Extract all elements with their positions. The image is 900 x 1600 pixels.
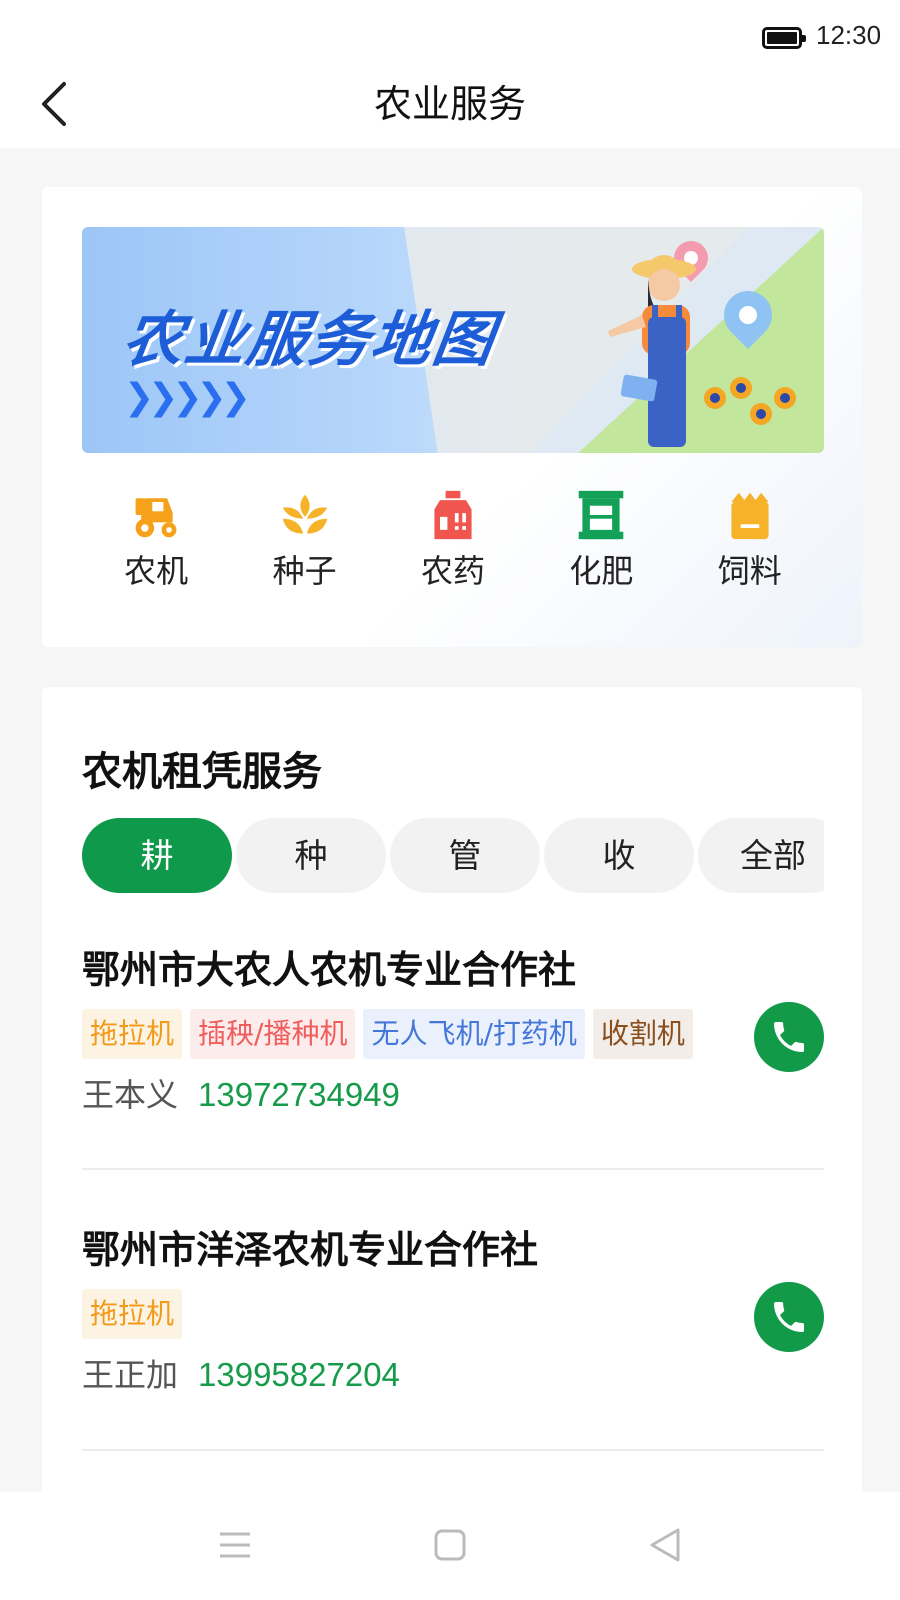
tag: 拖拉机 <box>82 1009 183 1059</box>
category-row: 农机 种子 农药 化肥 饲料 <box>82 481 824 591</box>
pesticide-icon <box>434 490 472 540</box>
provider-name: 鄂州市大农人农机专业合作社 <box>82 948 577 992</box>
category-pesticide[interactable]: 农药 <box>393 481 513 591</box>
agri-map-banner[interactable]: 农业服务地图 ❯❯❯❯❯ <box>82 227 824 453</box>
tab-harvest[interactable]: 收 <box>544 818 694 893</box>
status-bar: 12:30 <box>0 0 900 64</box>
farmer-illustration <box>608 255 696 447</box>
system-back-button[interactable] <box>640 1520 690 1570</box>
fertilizer-icon <box>579 490 624 540</box>
phone-number[interactable]: 13995827204 <box>198 1356 400 1393</box>
tag-list: 拖拉机 插秧/播种机 无人飞机/打药机 收割机 <box>82 1009 824 1061</box>
contact-line: 王本义 13972734949 <box>82 1071 824 1119</box>
tag: 无人飞机/打药机 <box>363 1009 585 1059</box>
sunflower-icon <box>750 403 772 425</box>
category-label: 化肥 <box>569 552 634 590</box>
provider-item[interactable]: 鄂州市洋泽农机专业合作社 拖拉机 王正加 13995827204 <box>82 1225 824 1399</box>
home-square-icon <box>434 1529 466 1561</box>
contact-name: 王正加 <box>82 1356 179 1394</box>
tab-all[interactable]: 全部 <box>698 818 824 893</box>
sunflower-icon <box>704 387 726 409</box>
sunflower-icon <box>730 377 752 399</box>
filter-tabs: 耕种管收全部 <box>82 818 824 893</box>
call-button[interactable] <box>754 1002 824 1072</box>
battery-icon <box>762 27 806 49</box>
navigation-bar: 农业服务 <box>0 64 900 148</box>
category-label: 农药 <box>420 552 485 590</box>
rental-card: 农机租凭服务 耕种管收全部 鄂州市大农人农机专业合作社 拖拉机 插秧/播种机 无人飞… <box>42 687 862 1517</box>
sunflower-icon <box>774 387 796 409</box>
category-feed[interactable]: 饲料 <box>690 481 810 591</box>
tag: 拖拉机 <box>82 1289 183 1339</box>
home-button[interactable] <box>425 1520 475 1570</box>
section-title: 农机租凭服务 <box>82 749 322 795</box>
status-time: 12:30 <box>816 20 882 50</box>
seed-icon <box>282 494 327 534</box>
provider-item[interactable]: 鄂州市大农人农机专业合作社 拖拉机 插秧/播种机 无人飞机/打药机 收割机 王本义 13… <box>82 945 824 1119</box>
provider-name: 鄂州市洋泽农机专业合作社 <box>82 1228 539 1272</box>
banner-title: 农业服务地图 <box>118 305 501 375</box>
call-button[interactable] <box>754 1282 824 1352</box>
banner-arrows: ❯❯❯❯❯ <box>124 377 251 418</box>
menu-icon <box>220 1532 250 1558</box>
menu-button[interactable] <box>210 1520 260 1570</box>
contact-name: 王本义 <box>82 1076 179 1114</box>
tab-manage[interactable]: 管 <box>390 818 540 893</box>
category-label: 饲料 <box>717 552 782 590</box>
tag: 插秧/播种机 <box>190 1009 356 1059</box>
tag-list: 拖拉机 <box>82 1289 824 1341</box>
feed-icon <box>731 492 769 540</box>
divider <box>82 1449 824 1451</box>
phone-icon <box>774 1302 804 1332</box>
phone-icon <box>774 1022 804 1052</box>
tab-sow[interactable]: 种 <box>236 818 386 893</box>
category-seed[interactable]: 种子 <box>245 481 365 591</box>
services-card: 农业服务地图 ❯❯❯❯❯ 农机 种子 农药 化肥 饲料 <box>42 187 862 647</box>
category-tractor[interactable]: 农机 <box>96 481 216 591</box>
category-label: 农机 <box>124 552 189 590</box>
category-label: 种子 <box>272 552 337 590</box>
system-navigation-bar <box>0 1492 900 1600</box>
phone-number[interactable]: 13972734949 <box>198 1076 400 1113</box>
tag: 收割机 <box>592 1009 693 1059</box>
divider <box>82 1168 824 1170</box>
category-fertilizer[interactable]: 化肥 <box>541 481 661 591</box>
tab-plow[interactable]: 耕 <box>82 818 232 893</box>
tractor-icon <box>135 498 177 538</box>
back-triangle-icon <box>650 1528 680 1562</box>
page-title: 农业服务 <box>373 82 526 126</box>
contact-line: 王正加 13995827204 <box>82 1351 824 1399</box>
